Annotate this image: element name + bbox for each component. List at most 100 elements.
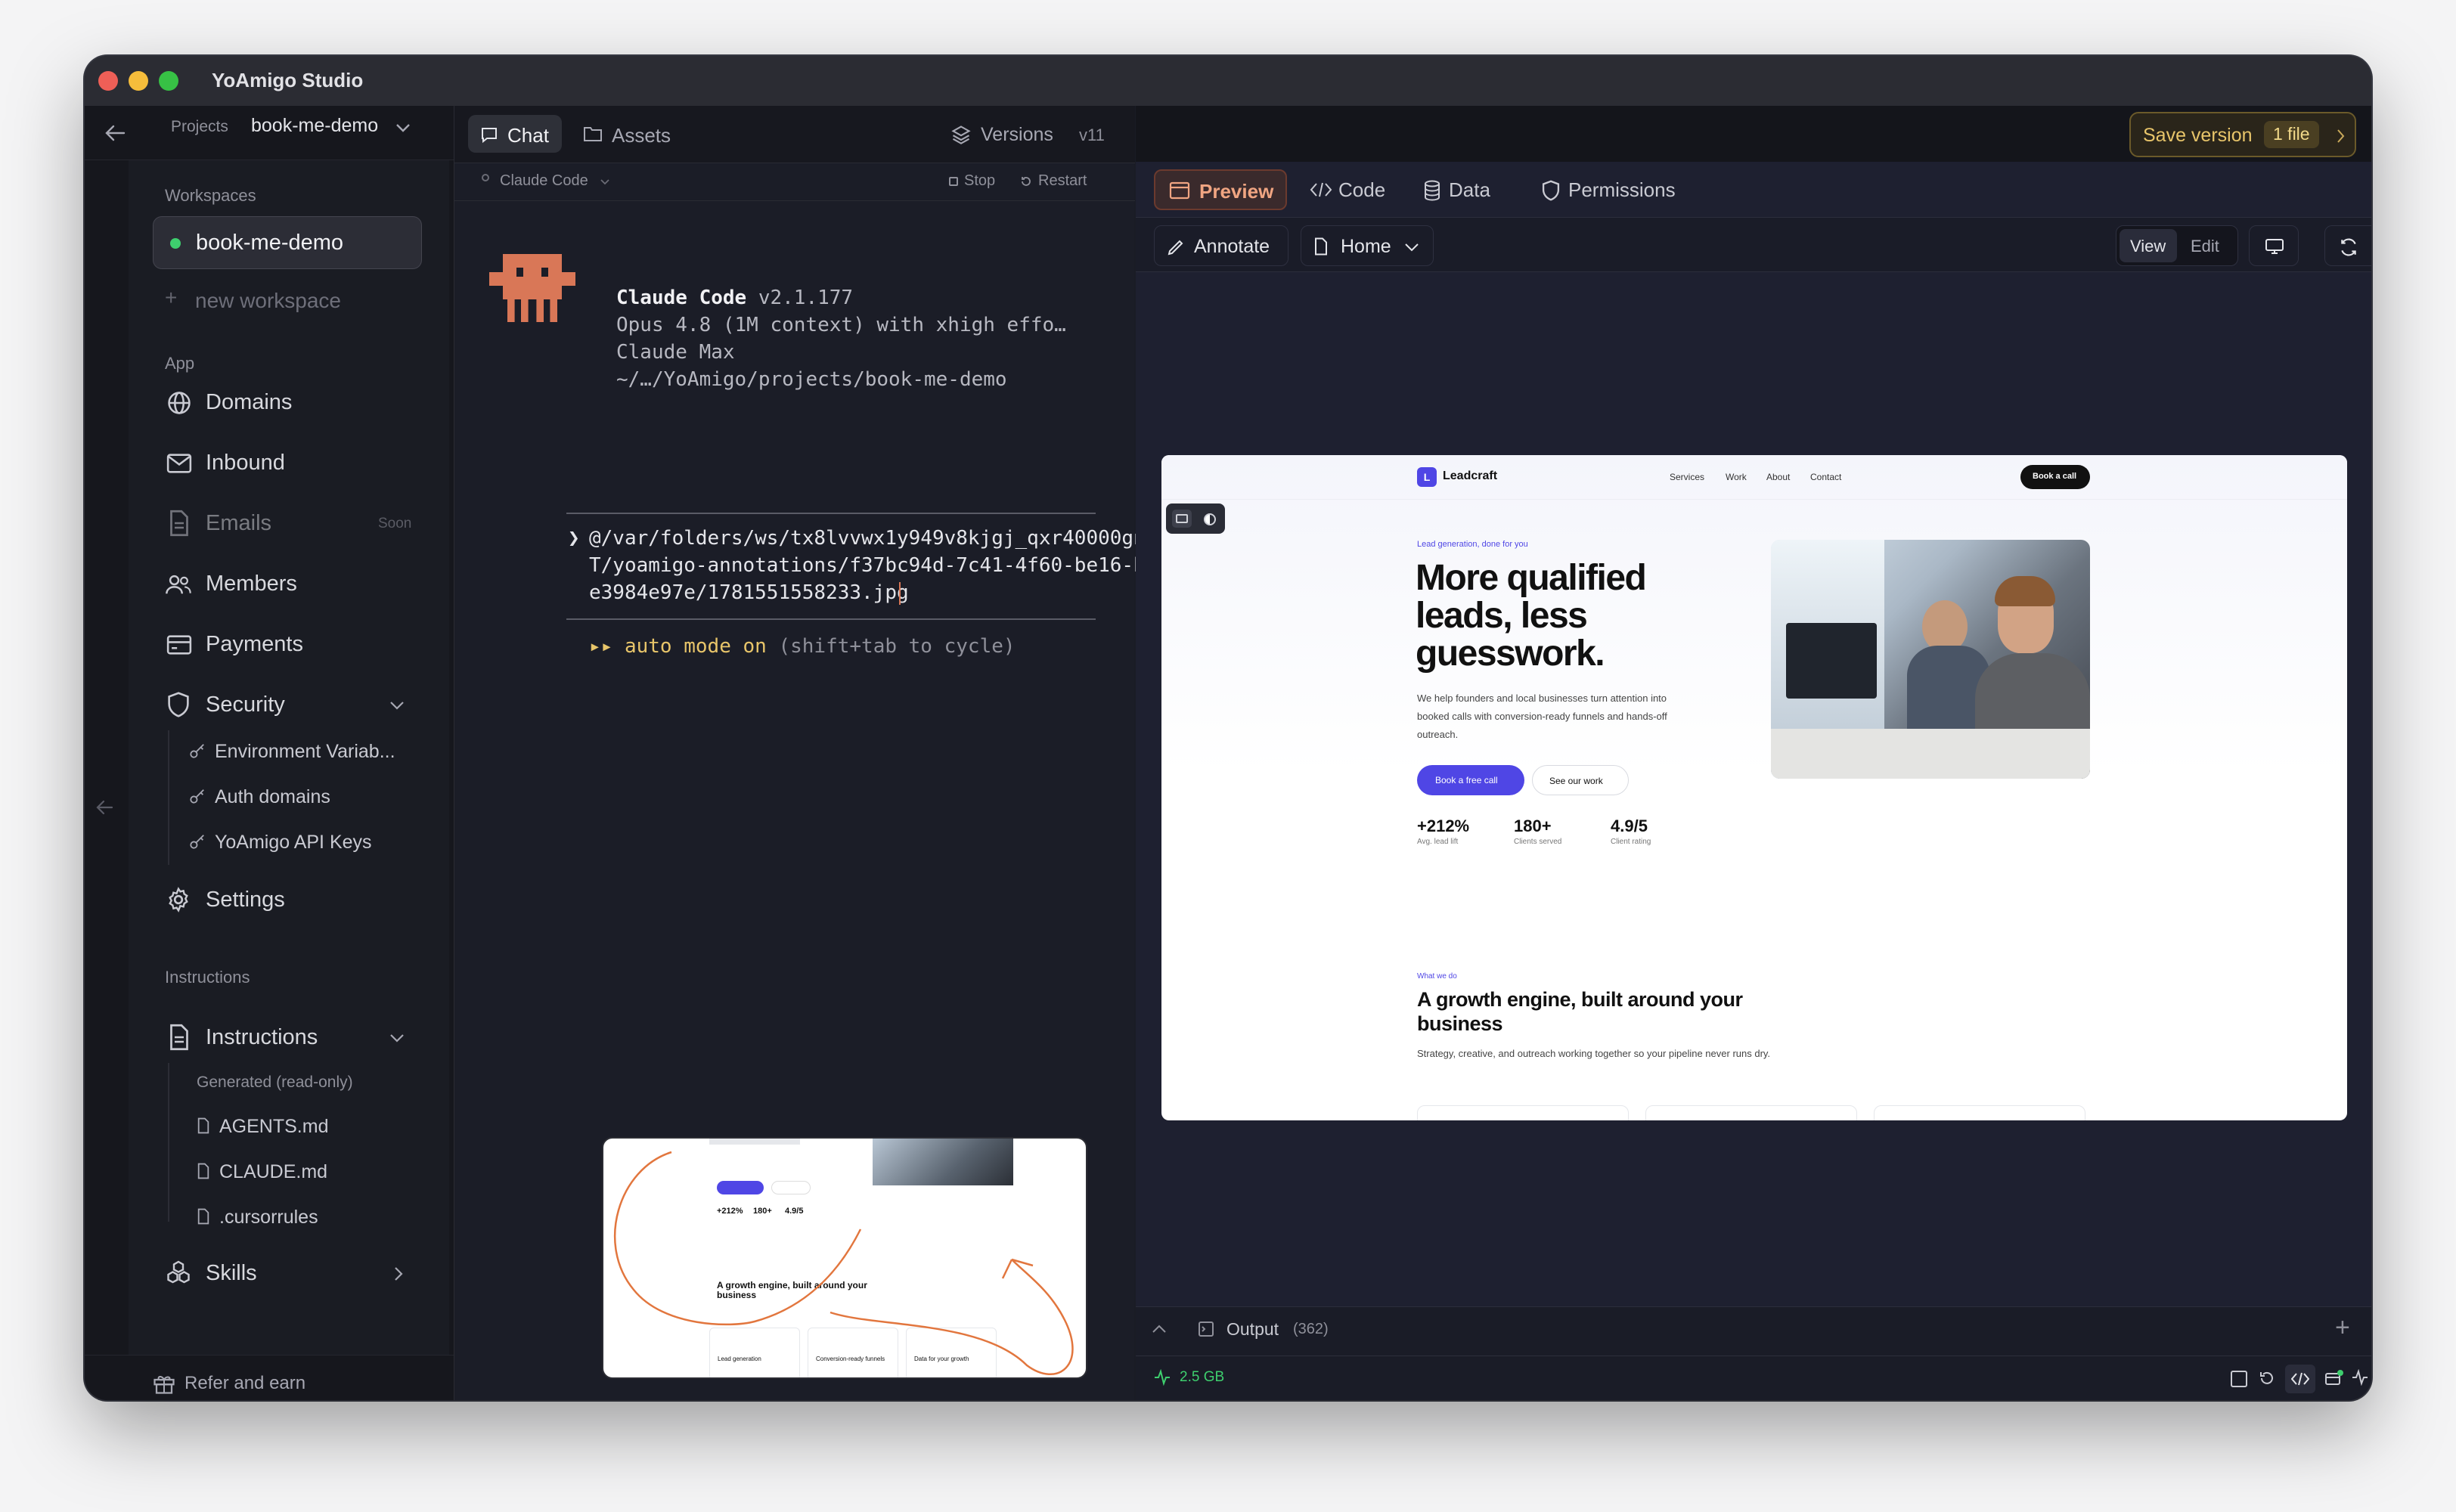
section-title-line: business xyxy=(1417,1012,1503,1035)
version-number: v11 xyxy=(1079,125,1105,144)
sidebar-subitem-auth-domains[interactable]: Auth domains xyxy=(189,780,431,810)
tab-label: Assets xyxy=(612,124,671,147)
page-label: Home xyxy=(1341,236,1391,257)
stop-square-icon[interactable] xyxy=(2231,1371,2247,1387)
file-cursorrules[interactable]: .cursorrules xyxy=(197,1201,423,1231)
sidebar-item-skills[interactable]: Skills xyxy=(159,1253,431,1294)
mail-icon xyxy=(166,454,192,473)
memory-usage: 2.5 GB xyxy=(1180,1369,1225,1385)
claude-header: Claude Code v2.1.177 Opus 4.8 (1M contex… xyxy=(616,284,1066,393)
sidebar-item-label: Payments xyxy=(206,632,303,656)
nav-link-contact[interactable]: Contact xyxy=(1810,472,1841,482)
sidebar-item-members[interactable]: Members xyxy=(159,564,431,605)
sidebar-item-label: Skills xyxy=(206,1261,257,1285)
chevron-right-icon[interactable] xyxy=(393,1266,404,1282)
project-selector[interactable]: book-me-demo xyxy=(251,115,378,137)
pulse-icon[interactable] xyxy=(2352,1369,2368,1386)
tab-data[interactable]: Data xyxy=(1417,169,1515,210)
claude-mascot-icon xyxy=(489,254,575,322)
refer-label: Refer and earn xyxy=(185,1373,306,1393)
refer-and-earn-button[interactable]: Refer and earn xyxy=(153,1370,410,1397)
service-card[interactable] xyxy=(1417,1105,1629,1120)
chevron-down-icon[interactable] xyxy=(395,122,411,133)
sidebar-subitem-api-keys[interactable]: YoAmigo API Keys xyxy=(189,826,431,856)
database-icon xyxy=(1425,180,1440,201)
nav-cta-button[interactable]: Book a call xyxy=(2020,465,2090,489)
nav-link-work[interactable]: Work xyxy=(1726,472,1747,482)
chat-tabs: Chat Assets Versions v11 xyxy=(454,106,1135,163)
annotation-thumbnail[interactable]: +212% 180+ 4.9/5 A growth engine, built … xyxy=(602,1137,1087,1379)
tab-assets[interactable]: Assets xyxy=(575,115,681,153)
device-toggle-button[interactable] xyxy=(2249,225,2299,266)
sidebar-item-security[interactable]: Security xyxy=(159,685,431,726)
maximize-window-button[interactable] xyxy=(159,71,178,91)
primary-cta-button[interactable]: Book a free call xyxy=(1417,765,1524,795)
back-arrow-icon[interactable] xyxy=(104,124,126,142)
page-selector[interactable]: Home xyxy=(1301,225,1434,266)
new-workspace-button[interactable]: new workspace xyxy=(195,289,341,313)
tab-code[interactable]: Code xyxy=(1304,169,1402,210)
undo-icon[interactable] xyxy=(2258,1369,2276,1387)
nav-link-services[interactable]: Services xyxy=(1670,472,1704,482)
sidebar-item-inbound[interactable]: Inbound xyxy=(159,443,431,484)
chevron-up-icon[interactable] xyxy=(1151,1324,1168,1334)
chevron-down-icon[interactable] xyxy=(389,1033,405,1043)
sidebar-item-settings[interactable]: Settings xyxy=(159,880,431,921)
annotate-button[interactable]: Annotate xyxy=(1154,225,1288,266)
chevron-down-icon[interactable] xyxy=(389,700,405,711)
plus-icon[interactable]: + xyxy=(2335,1313,2350,1343)
agent-source[interactable]: Claude Code xyxy=(500,172,588,190)
chevron-down-icon[interactable] xyxy=(600,178,610,186)
restart-button[interactable]: Restart xyxy=(1020,171,1103,194)
browser-window-icon xyxy=(1169,181,1190,200)
body-line: outreach. xyxy=(1417,729,1459,740)
title-bar: YoAmigo Studio xyxy=(85,56,2371,106)
sidebar-subitem-env-vars[interactable]: Environment Variab... xyxy=(189,735,431,765)
secondary-cta-button[interactable]: See our work xyxy=(1532,765,1629,795)
save-version-button[interactable]: Save version 1 file xyxy=(2129,112,2356,157)
versions-button[interactable]: Versions v11 xyxy=(946,115,1120,153)
credit-card-icon xyxy=(166,635,192,655)
sidebar-item-payments[interactable]: Payments xyxy=(159,624,431,665)
tab-chat[interactable]: Chat xyxy=(468,115,562,153)
service-card[interactable] xyxy=(1645,1105,1857,1120)
tab-permissions[interactable]: Permissions xyxy=(1535,169,1701,210)
collapse-arrow-icon[interactable] xyxy=(95,799,113,816)
contrast-icon[interactable] xyxy=(1204,513,1216,525)
sidebar-item-instructions[interactable]: Instructions xyxy=(159,1018,431,1058)
file-label: .cursorrules xyxy=(219,1207,318,1228)
photo-hair xyxy=(1995,576,2055,606)
layout-icon[interactable] xyxy=(2324,1369,2344,1387)
stat-3: 4.9/5 Client rating xyxy=(1611,816,1651,846)
sidebar-item-label: Emails xyxy=(206,511,272,535)
workspace-item-active[interactable]: book-me-demo xyxy=(153,216,422,269)
tab-preview[interactable]: Preview xyxy=(1154,169,1287,210)
section-body: Strategy, creative, and outreach working… xyxy=(1417,1048,1771,1059)
output-label[interactable]: Output xyxy=(1226,1319,1279,1340)
file-count-badge: 1 file xyxy=(2264,121,2319,148)
tab-label: Code xyxy=(1338,178,1386,201)
close-window-button[interactable] xyxy=(98,71,118,91)
page-icon xyxy=(1315,237,1327,256)
minimize-window-button[interactable] xyxy=(129,71,148,91)
sidebar-item-domains[interactable]: Domains xyxy=(159,383,431,423)
website-preview[interactable]: L Leadcraft Services Work About Contact … xyxy=(1161,455,2347,1120)
workspaces-label: Workspaces xyxy=(165,186,256,205)
pencil-icon xyxy=(1168,240,1183,256)
status-dot-icon xyxy=(482,174,489,181)
body-line: We help founders and local businesses tu… xyxy=(1417,692,1667,704)
file-agents-md[interactable]: AGENTS.md xyxy=(197,1110,423,1140)
code-toggle-button[interactable] xyxy=(2285,1365,2315,1393)
claude-version: v2.1.177 xyxy=(758,287,854,309)
file-claude-md[interactable]: CLAUDE.md xyxy=(197,1155,423,1185)
edit-toggle-button[interactable]: Edit xyxy=(2178,229,2236,262)
nav-link-about[interactable]: About xyxy=(1766,472,1790,482)
hero-image[interactable] xyxy=(1771,540,2090,779)
view-toggle-button[interactable]: View xyxy=(2120,229,2177,262)
stop-button[interactable]: Stop xyxy=(949,171,1009,194)
stat-label: Clients served xyxy=(1514,838,1562,846)
refresh-button[interactable] xyxy=(2324,225,2371,266)
brand-name[interactable]: Leadcraft xyxy=(1443,469,1497,483)
subitem-label: Auth domains xyxy=(215,786,330,807)
service-card[interactable] xyxy=(1874,1105,2085,1120)
